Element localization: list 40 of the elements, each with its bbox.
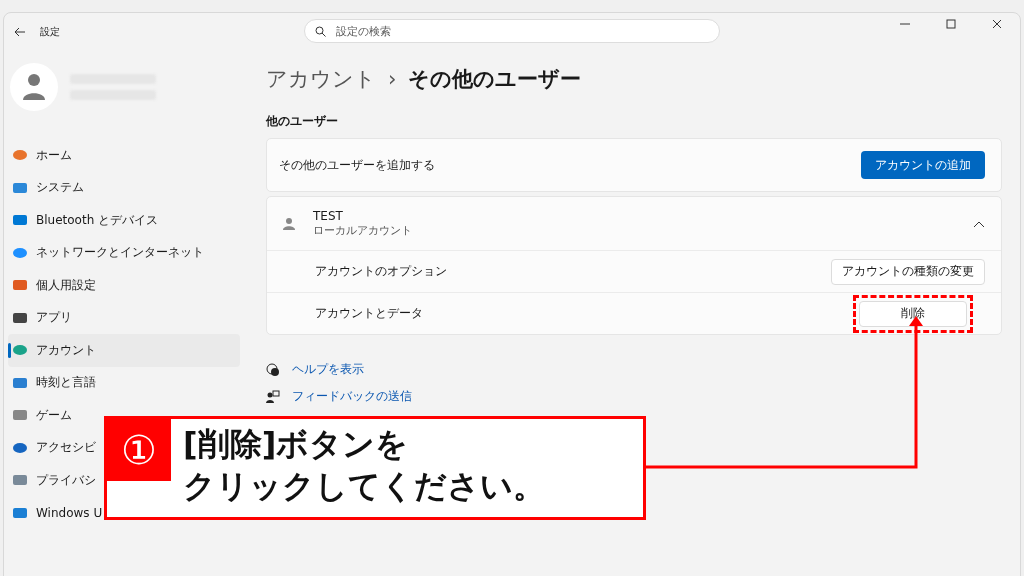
sidebar-item[interactable]: 個人用設定: [8, 269, 96, 302]
back-icon[interactable]: [14, 27, 26, 37]
sidebar-item[interactable]: Windows U: [8, 496, 103, 529]
sidebar-item[interactable]: プライバシ: [8, 464, 96, 497]
row-label: アカウントとデータ: [315, 305, 423, 322]
search-icon: [315, 25, 326, 37]
maximize-icon[interactable]: [946, 19, 956, 29]
search-field[interactable]: 設定の検索: [304, 19, 720, 43]
help-link[interactable]: フィードバックの送信: [292, 388, 412, 405]
option-button[interactable]: 削除: [859, 300, 967, 327]
account-type: ローカルアカウント: [313, 223, 412, 238]
sidebar-item[interactable]: アクセシビ: [8, 431, 96, 464]
row-label: その他のユーザーを追加する: [279, 156, 435, 174]
sidebar-item[interactable]: アプリ: [8, 301, 72, 334]
sidebar-item[interactable]: Bluetooth とデバイス: [8, 204, 159, 237]
instruction-text: [削除]ボタンを クリックしてください。: [182, 424, 545, 507]
sidebar-item[interactable]: ゲーム: [8, 399, 72, 432]
window-title: 設定: [40, 25, 60, 39]
sidebar-item[interactable]: ネットワークとインターネット: [8, 236, 204, 269]
person-icon: [283, 216, 295, 231]
sidebar-item[interactable]: システム: [8, 171, 84, 204]
page-title: その他のユーザー: [408, 66, 582, 93]
help-icon: [266, 362, 280, 377]
feedback-icon: [266, 389, 280, 404]
option-button[interactable]: アカウントの種類の変更: [831, 258, 985, 285]
sidebar-item[interactable]: ホーム: [8, 139, 72, 172]
selection-indicator: [8, 343, 11, 358]
breadcrumb-parent[interactable]: アカウント: [266, 65, 376, 93]
user-name: TEST: [313, 209, 344, 223]
step-number: ①: [107, 419, 171, 481]
chevron-icon[interactable]: [973, 219, 985, 228]
breadcrumb-separator: ›: [388, 67, 397, 91]
close-icon[interactable]: [992, 19, 1002, 29]
section-title: 他のユーザー: [266, 113, 339, 130]
help-link[interactable]: ヘルプを表示: [292, 361, 364, 378]
sidebar-item[interactable]: アカウント: [8, 334, 240, 367]
row-label: アカウントのオプション: [315, 263, 447, 280]
sidebar-item[interactable]: 時刻と言語: [8, 366, 96, 399]
user-avatar: [10, 63, 58, 111]
add-account-button[interactable]: アカウントの追加: [861, 151, 985, 179]
